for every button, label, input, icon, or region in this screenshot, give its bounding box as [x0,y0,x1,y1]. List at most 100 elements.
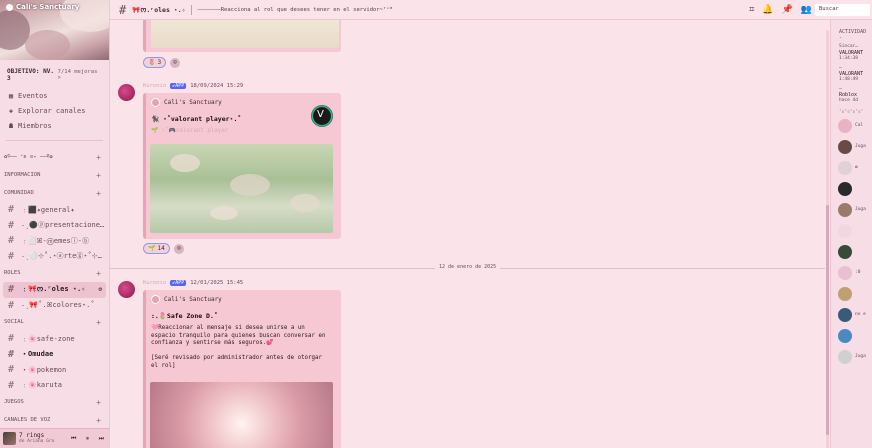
member-item[interactable] [831,241,872,262]
activity-item[interactable]: Siocar… VALORANT 1:34:38 [831,41,872,62]
date-divider: 12 de enero de 2025 [110,264,825,270]
channel-settings-icon[interactable]: ⚙ [98,286,102,293]
member-list: ACTIVIDAD - Siocar… VALORANT 1:34:38… VALOR… [830,20,872,448]
username[interactable]: Kuronio [143,280,166,286]
member-item[interactable]: Juga [831,346,872,367]
member-item[interactable]: Cal [831,115,872,136]
calendar-icon: ▦ [8,91,14,100]
add-channel-icon[interactable]: + [96,153,101,162]
member-avatar [838,139,852,154]
add-channel-icon[interactable]: + [96,189,101,198]
app-badge: ✔APP [170,280,187,286]
channel-item[interactable]: # ﹕🎀ᰔ.ʳoles ⋆.✧ ⚙ [3,282,106,298]
member-text: Cal [855,123,864,128]
channel-label: ・🌸pokemon [21,365,67,374]
channel-item[interactable]: # ﹕🌸karuta [0,378,109,394]
activity-item[interactable]: … VALORANT 1:48:49 [831,62,872,83]
embed-image [151,20,339,48]
members-list: Cal Juga ✿ Juga :0 no e Juga [831,115,872,367]
activity-item[interactable]: … Roblox hace 4d [831,83,872,104]
add-reaction-icon[interactable]: ☺ [174,244,184,254]
channel-category[interactable]: ROLES + [0,264,109,282]
add-channel-icon[interactable]: + [96,318,101,327]
search-input[interactable]: Buscar [815,4,870,16]
channel-category[interactable]: ✿୨── ⁺ʚ ɞ˖ ──୧✿ + [0,148,109,166]
channel-category[interactable]: COMUNIDAD + [0,184,109,202]
member-item[interactable]: ✿ [831,157,872,178]
reaction-sprout[interactable]: 🌱 14 [143,243,170,254]
members-icon: ☗ [8,121,14,130]
member-item[interactable]: Juga [831,199,872,220]
add-reaction-icon[interactable]: ☺ [170,58,180,68]
category-label: JUEGOS [4,399,24,405]
channel-label: ﹕🎀ᰔ.ʳoles ⋆.✧ [21,285,86,294]
member-avatar [838,181,852,196]
server-name-button[interactable]: Cali's Sanctuary [6,3,79,11]
member-item[interactable] [831,220,872,241]
server-icon [6,3,13,11]
menu-item-2[interactable]: ☗ Miembros [7,118,109,133]
member-item[interactable]: :0 [831,262,872,283]
avatar[interactable] [118,84,135,101]
channel-item[interactable]: # ・Omudae [0,347,109,363]
member-avatar [838,160,852,175]
app-badge: ✔APP [170,83,187,89]
boost-goal[interactable]: OBJETIVO: NV. 3 7/14 mejoras > [0,60,109,82]
server-sidebar: Cali's Sanctuary OBJETIVO: NV. 3 7/14 me… [0,0,110,448]
member-item[interactable]: no e [831,304,872,325]
channel-hash-icon: # [8,348,15,360]
channel-item[interactable]: # ﹕⬜ꕤ-ⓜemesⓘ-ⓑ [0,233,109,249]
username[interactable]: Kuronio [143,83,166,89]
menu-item-0[interactable]: ▦ Eventos [7,88,109,103]
threads-icon[interactable]: ⌗ [749,5,754,15]
member-avatar [838,328,852,343]
channel-label: ˗ˏ⚫ⓟpresentacione… [21,221,105,230]
channel-item[interactable]: # ・🌸pokemon [0,362,109,378]
channel-hash-icon: # [8,333,15,345]
server-banner[interactable]: Cali's Sanctuary [0,0,109,60]
avatar[interactable] [118,281,135,298]
channel-category[interactable]: CANALES DE VOZ + [0,411,109,429]
member-avatar [838,223,852,238]
chat-scrollbar[interactable] [826,30,829,448]
reaction-flower[interactable]: 🌷 3 [143,57,167,68]
menu-item-1[interactable]: ◈ Explorar canales [7,103,109,118]
channel-label: ﹕🌸safe-zone [21,334,75,343]
date-divider-label: 12 de enero de 2025 [435,264,501,270]
add-channel-icon[interactable]: + [96,398,101,407]
chat-area: 🌷 3 ☺ Kuronio ✔APP 18/09/2024 15:29 Cali… [110,20,830,448]
add-channel-icon[interactable]: + [96,269,101,278]
author-name: Cali's Sanctuary [164,296,222,303]
channel-title: 🎀ᰔ.ʳoles ⋆.✧ [132,5,186,14]
member-text: ✿ [855,165,858,170]
channel-hash-icon: # [8,219,15,231]
member-item[interactable] [831,325,872,346]
scrollbar-thumb[interactable] [826,205,829,435]
activity-list: Siocar… VALORANT 1:34:38… VALORANT 1:48:49… R… [831,41,872,104]
embed-title: 🐈‍⬛ ⋆˚valorant player⋆.˚ [151,115,242,123]
channel-item[interactable]: # ﹕🌸safe-zone [0,331,109,347]
channel-item[interactable]: # ˗ˏ⚫ⓟpresentacione… [0,218,109,234]
channel-item[interactable]: # ﹕⬛✦general✦ [0,202,109,218]
member-item[interactable] [831,283,872,304]
channel-category[interactable]: JUEGOS + [0,393,109,411]
channel-category[interactable]: SOCIAL + [0,313,109,331]
member-item[interactable] [831,178,872,199]
embed-card: Cali's Sanctuary 🐈‍⬛ ⋆˚valorant player⋆.… [143,93,341,239]
reaction-count: 3 [157,59,162,66]
channel-item[interactable]: # ˗ˏ⚪⊹˚.⋆ⓐrteⓖ⋆˚⊹… [0,249,109,265]
role-group-label: ˚ʚ˚ɞ˚ʚ˚ɞ˚ [839,110,864,115]
members-icon[interactable]: 👥 [801,5,812,15]
channel-category[interactable]: INFORMACION + [0,166,109,184]
member-item[interactable]: Juga [831,136,872,157]
add-channel-icon[interactable]: + [96,171,101,180]
member-avatar [838,202,852,217]
channel-item[interactable]: # ˗ˏ🎀˚.ꕤcolores⋆.˚ [0,298,109,314]
player-controls[interactable]: ⏮ ⏸ ⏭ [71,435,107,443]
album-cover [3,432,16,445]
channel-topic[interactable]: ———————Reacciona al rol que desees tener… [198,7,393,13]
channel-list: ✿୨── ⁺ʚ ɞ˖ ──୧✿ + INFORMACION + COMUNIDAD + # ﹕… [0,148,109,429]
pin-icon[interactable]: 📌 [782,5,793,15]
add-channel-icon[interactable]: + [96,416,101,425]
bell-icon[interactable]: 🔔 [762,5,773,15]
